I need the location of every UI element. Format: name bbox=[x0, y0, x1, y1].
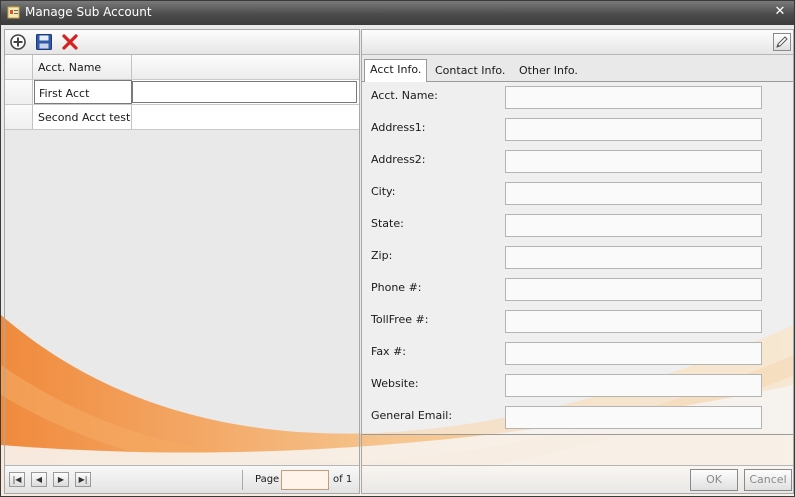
cancel-button[interactable]: Cancel bbox=[744, 469, 792, 491]
acct-name-label: Acct. Name: bbox=[371, 89, 438, 102]
website-label: Website: bbox=[371, 377, 419, 390]
fax-field[interactable] bbox=[505, 342, 762, 365]
page-number-input[interactable] bbox=[281, 470, 329, 490]
tollfree-label: TollFree #: bbox=[371, 313, 429, 326]
general-email-field[interactable] bbox=[505, 406, 762, 429]
delete-button[interactable] bbox=[61, 33, 79, 51]
website-field[interactable] bbox=[505, 374, 762, 397]
phone-field[interactable] bbox=[505, 278, 762, 301]
column-header-acct-name[interactable]: Acct. Name bbox=[34, 55, 132, 79]
page-label: Page bbox=[255, 474, 280, 485]
row-selector[interactable] bbox=[5, 80, 33, 104]
tab-acct-info[interactable]: Acct Info. bbox=[364, 59, 428, 82]
row-filler bbox=[132, 81, 357, 103]
grid-header-filler bbox=[132, 55, 359, 79]
close-icon: ✕ bbox=[774, 4, 786, 19]
next-page-button[interactable]: ▶ bbox=[53, 472, 69, 487]
title-bar: Manage Sub Account ✕ bbox=[1, 1, 794, 25]
fax-label: Fax #: bbox=[371, 345, 406, 358]
tab-contact-info[interactable]: Contact Info. bbox=[430, 61, 510, 81]
city-label: City: bbox=[371, 185, 396, 198]
close-button[interactable]: ✕ bbox=[772, 3, 788, 21]
dialog-button-bar: OK Cancel bbox=[362, 465, 793, 493]
first-page-icon: |◀ bbox=[12, 475, 22, 484]
acct-name-field[interactable] bbox=[505, 86, 762, 109]
ok-button[interactable]: OK bbox=[690, 469, 738, 491]
next-page-icon: ▶ bbox=[57, 475, 65, 484]
pencil-icon bbox=[776, 36, 788, 48]
edit-button[interactable] bbox=[773, 33, 791, 51]
grid-header-row: Acct. Name bbox=[5, 55, 359, 80]
sub-account-list-pane: Acct. Name First Acct Second Acct test |… bbox=[4, 29, 360, 494]
tab-other-info[interactable]: Other Info. bbox=[514, 61, 583, 81]
save-icon bbox=[36, 34, 52, 50]
zip-label: Zip: bbox=[371, 249, 393, 262]
table-row[interactable]: Second Acct test bbox=[5, 105, 359, 130]
grid-pager: |◀ ◀ ▶ ▶| Page of 1 bbox=[5, 465, 359, 493]
acct-name-cell[interactable]: First Acct bbox=[34, 80, 132, 104]
manage-sub-account-window: Manage Sub Account ✕ Acct. Name First Ac… bbox=[0, 0, 795, 497]
address2-label: Address2: bbox=[371, 153, 426, 166]
account-details-pane: Acct Info. Contact Info. Other Info. Acc… bbox=[361, 29, 794, 494]
last-page-button[interactable]: ▶| bbox=[75, 472, 91, 487]
save-button[interactable] bbox=[35, 33, 53, 51]
sub-account-grid: Acct. Name First Acct Second Acct test bbox=[5, 55, 359, 130]
tollfree-field[interactable] bbox=[505, 310, 762, 333]
general-email-label: General Email: bbox=[371, 409, 453, 422]
table-row[interactable]: First Acct bbox=[5, 80, 359, 105]
app-window-icon bbox=[7, 6, 20, 19]
add-button[interactable] bbox=[9, 33, 27, 51]
delete-icon bbox=[62, 34, 78, 50]
prev-page-button[interactable]: ◀ bbox=[31, 472, 47, 487]
acct-info-panel: Acct. Name: Address1: Address2: City: St… bbox=[362, 81, 793, 435]
last-page-icon: ▶| bbox=[78, 475, 88, 484]
add-icon bbox=[10, 34, 26, 50]
row-selector-header bbox=[5, 55, 33, 79]
address2-field[interactable] bbox=[505, 150, 762, 173]
address1-field[interactable] bbox=[505, 118, 762, 141]
city-field[interactable] bbox=[505, 182, 762, 205]
phone-label: Phone #: bbox=[371, 281, 422, 294]
address1-label: Address1: bbox=[371, 121, 426, 134]
details-toolbar bbox=[362, 30, 793, 55]
page-count-label: of 1 bbox=[333, 474, 353, 485]
pager-separator bbox=[242, 470, 243, 490]
list-toolbar bbox=[5, 30, 359, 55]
acct-name-cell[interactable]: Second Acct test bbox=[34, 105, 132, 129]
row-filler bbox=[132, 105, 359, 129]
state-label: State: bbox=[371, 217, 404, 230]
state-field[interactable] bbox=[505, 214, 762, 237]
row-selector[interactable] bbox=[5, 105, 33, 129]
first-page-button[interactable]: |◀ bbox=[9, 472, 25, 487]
window-title: Manage Sub Account bbox=[25, 5, 152, 19]
zip-field[interactable] bbox=[505, 246, 762, 269]
prev-page-icon: ◀ bbox=[35, 475, 43, 484]
